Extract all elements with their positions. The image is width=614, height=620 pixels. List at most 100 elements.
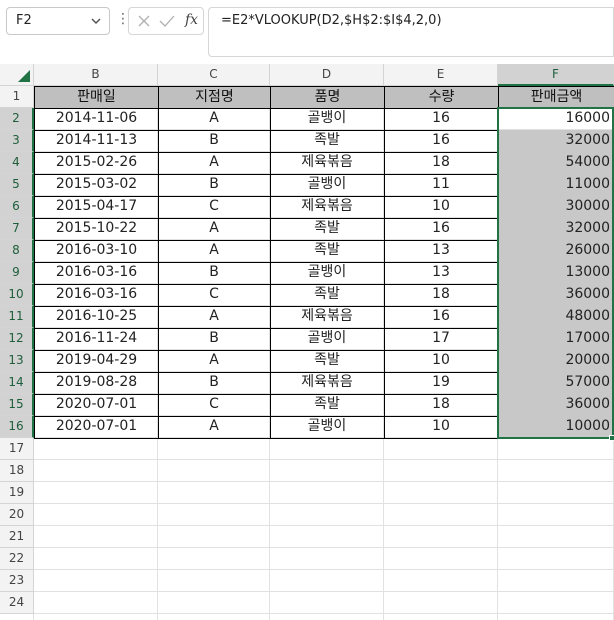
table-cell[interactable]: 2016-10-25 <box>34 306 159 329</box>
table-cell[interactable]: 골뱅이 <box>270 108 385 131</box>
sales-amount-cell[interactable]: 13000 <box>498 262 614 284</box>
fill-handle[interactable] <box>609 435 614 441</box>
table-cell[interactable]: 17 <box>384 328 499 351</box>
table-cell[interactable]: 족발 <box>270 350 385 373</box>
table-cell[interactable]: 2014-11-06 <box>34 108 159 131</box>
table-cell[interactable]: 2020-07-01 <box>34 416 159 439</box>
table-cell[interactable]: 족발 <box>270 240 385 263</box>
table-cell[interactable]: 18 <box>384 284 499 307</box>
row-header-16[interactable]: 16 <box>0 416 34 438</box>
row-header-11[interactable]: 11 <box>0 306 34 328</box>
table-cell[interactable]: 제육볶음 <box>270 372 385 395</box>
table-cell[interactable]: 2019-08-28 <box>34 372 159 395</box>
sales-amount-cell[interactable]: 26000 <box>498 240 614 262</box>
row-header-9[interactable]: 9 <box>0 262 34 284</box>
row-header-3[interactable]: 3 <box>0 130 34 152</box>
table-cell[interactable]: A <box>158 152 271 175</box>
table-cell[interactable]: B <box>158 328 271 351</box>
table-cell[interactable]: 2015-02-26 <box>34 152 159 175</box>
column-header-c[interactable]: C <box>158 64 270 86</box>
sales-amount-cell[interactable]: 20000 <box>498 350 614 372</box>
column-header-f[interactable]: F <box>498 64 614 86</box>
row-header-1[interactable]: 1 <box>0 86 34 108</box>
table-cell[interactable]: 18 <box>384 152 499 175</box>
table-cell[interactable]: 족발 <box>270 394 385 417</box>
table-cell[interactable]: 골뱅이 <box>270 262 385 285</box>
table-cell[interactable]: B <box>158 174 271 197</box>
chevron-down-icon[interactable] <box>89 14 103 28</box>
table-header-cell[interactable]: 품명 <box>270 86 385 109</box>
sales-amount-cell[interactable]: 54000 <box>498 152 614 174</box>
row-header-24[interactable]: 24 <box>0 592 34 614</box>
table-cell[interactable]: B <box>158 130 271 153</box>
sales-amount-cell[interactable]: 36000 <box>498 284 614 306</box>
table-cell[interactable]: 제육볶음 <box>270 306 385 329</box>
table-cell[interactable]: A <box>158 416 271 439</box>
table-cell[interactable]: 족발 <box>270 218 385 241</box>
row-header-19[interactable]: 19 <box>0 482 34 504</box>
table-cell[interactable]: 16 <box>384 130 499 153</box>
row-header-8[interactable]: 8 <box>0 240 34 262</box>
row-header-4[interactable]: 4 <box>0 152 34 174</box>
row-header-15[interactable]: 15 <box>0 394 34 416</box>
table-cell[interactable]: 13 <box>384 240 499 263</box>
table-cell[interactable]: 16 <box>384 108 499 131</box>
table-cell[interactable]: B <box>158 262 271 285</box>
table-cell[interactable]: 2016-03-10 <box>34 240 159 263</box>
column-header-d[interactable]: D <box>270 64 384 86</box>
table-cell[interactable]: 11 <box>384 174 499 197</box>
table-cell[interactable]: 19 <box>384 372 499 395</box>
table-header-cell[interactable]: 판매금액 <box>498 86 614 109</box>
sales-amount-cell[interactable]: 11000 <box>498 174 614 196</box>
column-header-b[interactable]: B <box>34 64 158 86</box>
row-header-10[interactable]: 10 <box>0 284 34 306</box>
row-header-21[interactable]: 21 <box>0 526 34 548</box>
table-cell[interactable]: 골뱅이 <box>270 416 385 439</box>
table-cell[interactable]: 골뱅이 <box>270 328 385 351</box>
table-cell[interactable]: A <box>158 240 271 263</box>
row-header-17[interactable]: 17 <box>0 438 34 460</box>
table-cell[interactable]: 18 <box>384 394 499 417</box>
table-cell[interactable]: 16 <box>384 306 499 329</box>
table-cell[interactable]: 2016-03-16 <box>34 284 159 307</box>
table-cell[interactable]: 2019-04-29 <box>34 350 159 373</box>
row-header-5[interactable]: 5 <box>0 174 34 196</box>
row-header-13[interactable]: 13 <box>0 350 34 372</box>
table-cell[interactable]: 10 <box>384 350 499 373</box>
table-cell[interactable]: 16 <box>384 218 499 241</box>
table-cell[interactable]: C <box>158 284 271 307</box>
row-header-22[interactable]: 22 <box>0 548 34 570</box>
sales-amount-cell[interactable]: 32000 <box>498 218 614 240</box>
table-cell[interactable]: A <box>158 108 271 131</box>
table-cell[interactable]: 족발 <box>270 130 385 153</box>
row-header-6[interactable]: 6 <box>0 196 34 218</box>
row-header-23[interactable]: 23 <box>0 570 34 592</box>
check-icon[interactable] <box>159 14 175 28</box>
sales-amount-cell[interactable]: 36000 <box>498 394 614 416</box>
sales-amount-cell[interactable]: 16000 <box>498 108 614 130</box>
table-cell[interactable]: 10 <box>384 196 499 219</box>
table-cell[interactable]: 10 <box>384 416 499 439</box>
formula-input[interactable]: =E2*VLOOKUP(D2,$H$2:$I$4,2,0) <box>208 7 614 57</box>
sales-amount-cell[interactable]: 32000 <box>498 130 614 152</box>
table-cell[interactable]: 골뱅이 <box>270 174 385 197</box>
table-cell[interactable]: 2014-11-13 <box>34 130 159 153</box>
table-cell[interactable]: B <box>158 372 271 395</box>
table-cell[interactable]: 2016-03-16 <box>34 262 159 285</box>
table-cell[interactable]: 2015-03-02 <box>34 174 159 197</box>
table-header-cell[interactable]: 판매일 <box>34 86 159 109</box>
worksheet-grid[interactable]: B C D E F 1 2 3 4 5 6 7 8 9 10 11 12 13 14 15 16 17 18 19 20 21 22… <box>0 64 614 620</box>
table-header-cell[interactable]: 지점명 <box>158 86 271 109</box>
table-cell[interactable]: 2015-04-17 <box>34 196 159 219</box>
table-cell[interactable]: 2015-10-22 <box>34 218 159 241</box>
sales-amount-cell[interactable]: 30000 <box>498 196 614 218</box>
sales-amount-cell[interactable]: 10000 <box>498 416 614 438</box>
table-cell[interactable]: A <box>158 306 271 329</box>
name-box[interactable]: F2 <box>6 7 110 35</box>
table-header-cell[interactable]: 수량 <box>384 86 499 109</box>
row-header-12[interactable]: 12 <box>0 328 34 350</box>
table-cell[interactable]: A <box>158 350 271 373</box>
sales-amount-cell[interactable]: 48000 <box>498 306 614 328</box>
table-cell[interactable]: 13 <box>384 262 499 285</box>
close-icon[interactable] <box>137 14 151 28</box>
